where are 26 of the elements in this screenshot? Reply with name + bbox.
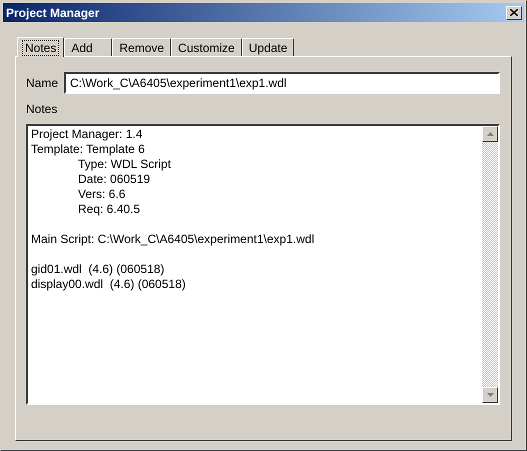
tab[interactable]: Customize	[171, 38, 242, 56]
note-line: Date: 060519	[78, 172, 150, 186]
tab[interactable]: Update	[242, 38, 294, 56]
note-line: gid01.wdl (4.6) (060518)	[31, 262, 164, 276]
note-line: Vers: 6.6	[78, 187, 126, 201]
close-icon	[510, 9, 518, 16]
name-field[interactable]: C:\Work_C\A6405\experiment1\exp1.wdl	[64, 72, 500, 94]
note-line: Template: Template 6	[31, 142, 145, 156]
note-line: Type: WDL Script	[78, 157, 171, 171]
notes-label: Notes	[26, 101, 58, 118]
note-line: Req: 6.40.5	[78, 202, 140, 216]
tab[interactable]: Notes	[17, 37, 64, 57]
note-line: display00.wdl (4.6) (060518)	[31, 277, 186, 291]
scroll-up-button[interactable]	[482, 126, 498, 142]
close-button[interactable]	[506, 6, 522, 20]
scroll-down-button[interactable]	[482, 387, 498, 403]
notes-textarea[interactable]: Project Manager: 1.4 Template: Template 6 Type: WDL Script Date: 060519 Vers: 6.6 Req: 6.40.5 Main Script: C:\Work_C\A6405\experiment1\exp1.wdl gid01.wdl (4.6) (060518) display00.wdl (4.6) (060518)	[26, 124, 500, 405]
up-arrow-icon	[486, 132, 494, 136]
window-title: Project Manager	[6, 4, 100, 22]
note-line: Project Manager: 1.4	[31, 127, 142, 141]
name-label: Name	[26, 75, 58, 92]
note-line: Main Script: C:\Work_C\A6405\experiment1\exp1.wdl	[31, 232, 314, 246]
tab[interactable]: Remove	[112, 38, 172, 56]
tab[interactable]: Add	[64, 38, 112, 56]
down-arrow-icon	[486, 393, 494, 397]
scrollbar[interactable]	[482, 126, 498, 403]
